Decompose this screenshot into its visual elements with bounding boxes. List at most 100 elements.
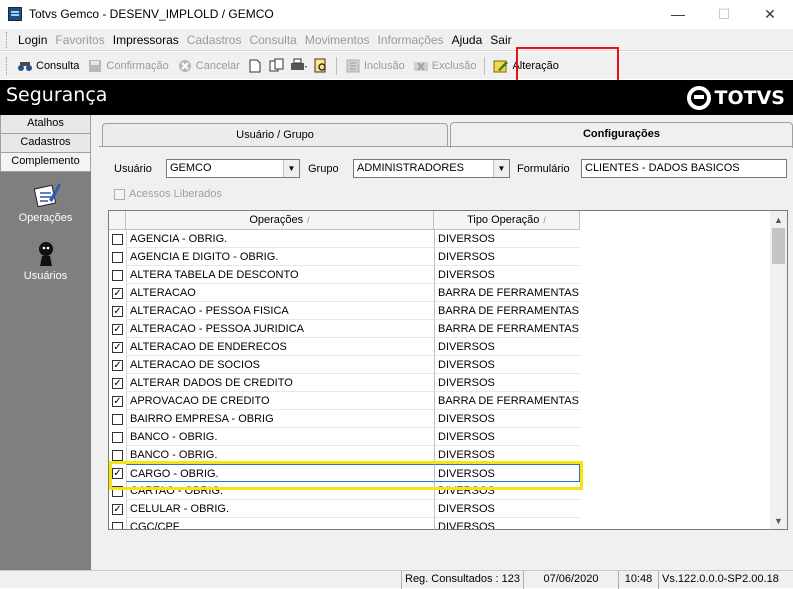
table-row[interactable]: ✓ ALTERACAO BARRA DE FERRAMENTAS xyxy=(109,284,580,302)
column-header-tipo[interactable]: Tipo Operação / xyxy=(434,211,580,230)
checkbox-box[interactable]: ✓ xyxy=(112,323,123,335)
print-icon[interactable] xyxy=(288,55,310,77)
usuarios-label: Usuários xyxy=(23,270,68,282)
checkbox-box[interactable]: ✓ xyxy=(112,503,123,515)
checkbox-box[interactable] xyxy=(112,521,123,529)
checkbox-box[interactable]: ✓ xyxy=(112,467,123,479)
sidebar-item-operacoes[interactable]: Operações xyxy=(0,180,91,224)
maximize-button[interactable]: ☐ xyxy=(701,0,747,28)
checkbox-box[interactable]: ✓ xyxy=(112,359,123,371)
table-row[interactable]: ✓ ALTERACAO DE SOCIOS DIVERSOS xyxy=(109,356,580,374)
sidebar-item-usuarios[interactable]: Usuários xyxy=(0,238,91,282)
scroll-up-icon[interactable]: ▲ xyxy=(770,211,787,228)
alteracao-button[interactable]: Alteração xyxy=(489,55,562,77)
table-row[interactable]: ✓ CARGO - OBRIG. DIVERSOS xyxy=(109,464,580,482)
checkbox-box[interactable] xyxy=(112,233,123,245)
menu-impressoras[interactable]: Impressoras xyxy=(113,33,179,47)
inclusao-button[interactable]: Inclusão xyxy=(341,55,409,77)
menu-ajuda[interactable]: Ajuda xyxy=(452,33,483,47)
exclusao-label: Exclusão xyxy=(431,59,477,72)
row-checkbox[interactable] xyxy=(109,410,126,428)
checkbox-box[interactable] xyxy=(112,431,123,443)
exclusao-button[interactable]: Exclusão xyxy=(409,55,481,77)
close-button[interactable]: ✕ xyxy=(747,0,793,28)
row-checkbox[interactable]: ✓ xyxy=(109,356,126,374)
usuario-select[interactable]: GEMCO ▼ xyxy=(166,159,300,178)
column-header-operacoes[interactable]: Operações / xyxy=(126,211,434,230)
row-checkbox[interactable]: ✓ xyxy=(109,302,126,320)
row-checkbox[interactable]: ✓ xyxy=(109,284,126,302)
row-checkbox[interactable] xyxy=(109,248,126,266)
row-checkbox[interactable] xyxy=(109,230,126,248)
menu-favoritos[interactable]: Favoritos xyxy=(55,33,104,47)
tab-configuracoes[interactable]: Configurações xyxy=(450,122,793,148)
chevron-down-icon[interactable]: ▼ xyxy=(283,160,299,177)
sidebar-tab-cadastros[interactable]: Cadastros xyxy=(0,134,91,153)
row-checkbox[interactable]: ✓ xyxy=(109,464,126,482)
menu-cadastros[interactable]: Cadastros xyxy=(187,33,242,47)
row-checkbox[interactable] xyxy=(109,518,126,529)
formulario-field[interactable]: CLIENTES - DADOS BASICOS xyxy=(581,159,787,178)
sort-icon: / xyxy=(307,215,310,225)
checkbox-box[interactable]: ✓ xyxy=(112,305,123,317)
scroll-down-icon[interactable]: ▼ xyxy=(770,512,787,529)
row-checkbox[interactable]: ✓ xyxy=(109,320,126,338)
table-row[interactable]: AGENCIA - OBRIG. DIVERSOS xyxy=(109,230,580,248)
copy-document-icon[interactable] xyxy=(266,55,288,77)
menu-login[interactable]: Login xyxy=(18,33,47,47)
confirmacao-button[interactable]: Confirmação xyxy=(83,55,172,77)
checkbox-box[interactable]: ✓ xyxy=(112,377,123,389)
formulario-label: Formulário xyxy=(517,163,570,175)
menu-informacoes[interactable]: Informações xyxy=(378,33,444,47)
table-row[interactable]: BANCO - OBRIG. DIVERSOS xyxy=(109,446,580,464)
row-checkbox[interactable]: ✓ xyxy=(109,500,126,518)
table-row[interactable]: ✓ ALTERACAO DE ENDERECOS DIVERSOS xyxy=(109,338,580,356)
table-row[interactable]: BAIRRO EMPRESA - OBRIG DIVERSOS xyxy=(109,410,580,428)
checkbox-box[interactable]: ✓ xyxy=(112,341,123,353)
row-checkbox[interactable] xyxy=(109,482,126,500)
menu-consulta[interactable]: Consulta xyxy=(249,33,296,47)
chevron-down-icon[interactable]: ▼ xyxy=(493,160,509,177)
table-row[interactable]: CARTAO - OBRIG. DIVERSOS xyxy=(109,482,580,500)
table-row[interactable]: ✓ ALTERAR DADOS DE CREDITO DIVERSOS xyxy=(109,374,580,392)
vertical-scrollbar[interactable]: ▲ ▼ xyxy=(770,211,787,529)
table-row[interactable]: AGENCIA E DIGITO - OBRIG. DIVERSOS xyxy=(109,248,580,266)
row-checkbox[interactable]: ✓ xyxy=(109,374,126,392)
scroll-thumb[interactable] xyxy=(772,228,785,264)
minimize-button[interactable]: — xyxy=(655,0,701,28)
tab-usuario-grupo[interactable]: Usuário / Grupo xyxy=(102,123,448,147)
checkbox-box[interactable] xyxy=(112,269,123,281)
checkbox-box[interactable] xyxy=(112,485,123,497)
menu-sair[interactable]: Sair xyxy=(490,33,511,47)
cell-tipo: DIVERSOS xyxy=(434,410,580,428)
table-row[interactable]: ✓ ALTERACAO - PESSOA FISICA BARRA DE FERRA… xyxy=(109,302,580,320)
preview-icon[interactable] xyxy=(310,55,332,77)
table-row[interactable]: ✓ ALTERACAO - PESSOA JURIDICA BARRA DE FER… xyxy=(109,320,580,338)
table-row[interactable]: ✓ CELULAR - OBRIG. DIVERSOS xyxy=(109,500,580,518)
table-row[interactable]: BANCO - OBRIG. DIVERSOS xyxy=(109,428,580,446)
cancelar-label: Cancelar xyxy=(195,59,240,72)
sidebar-tab-atalhos[interactable]: Atalhos xyxy=(0,115,91,134)
row-checkbox[interactable] xyxy=(109,446,126,464)
row-checkbox[interactable] xyxy=(109,428,126,446)
acessos-liberados-checkbox[interactable]: Acessos Liberados xyxy=(114,188,222,200)
new-document-icon[interactable] xyxy=(244,55,266,77)
table-row[interactable]: ALTERA TABELA DE DESCONTO DIVERSOS xyxy=(109,266,580,284)
row-checkbox[interactable]: ✓ xyxy=(109,338,126,356)
consulta-button[interactable]: Consulta xyxy=(13,55,83,77)
menu-movimentos[interactable]: Movimentos xyxy=(305,33,370,47)
grupo-select[interactable]: ADMINISTRADORES ▼ xyxy=(353,159,510,178)
checkbox-box[interactable] xyxy=(112,413,123,425)
cell-tipo: BARRA DE FERRAMENTAS xyxy=(434,302,580,320)
row-checkbox[interactable]: ✓ xyxy=(109,392,126,410)
cancelar-button[interactable]: Cancelar xyxy=(173,55,244,77)
usuario-value: GEMCO xyxy=(170,162,212,174)
checkbox-box[interactable] xyxy=(112,251,123,263)
sidebar-tab-complemento[interactable]: Complemento xyxy=(0,153,91,172)
table-row[interactable]: CGC/CPF DIVERSOS xyxy=(109,518,580,529)
checkbox-box[interactable] xyxy=(112,449,123,461)
row-checkbox[interactable] xyxy=(109,266,126,284)
table-row[interactable]: ✓ APROVACAO DE CREDITO BARRA DE FERRAMENTA… xyxy=(109,392,580,410)
checkbox-box[interactable]: ✓ xyxy=(112,395,123,407)
checkbox-box[interactable]: ✓ xyxy=(112,287,123,299)
